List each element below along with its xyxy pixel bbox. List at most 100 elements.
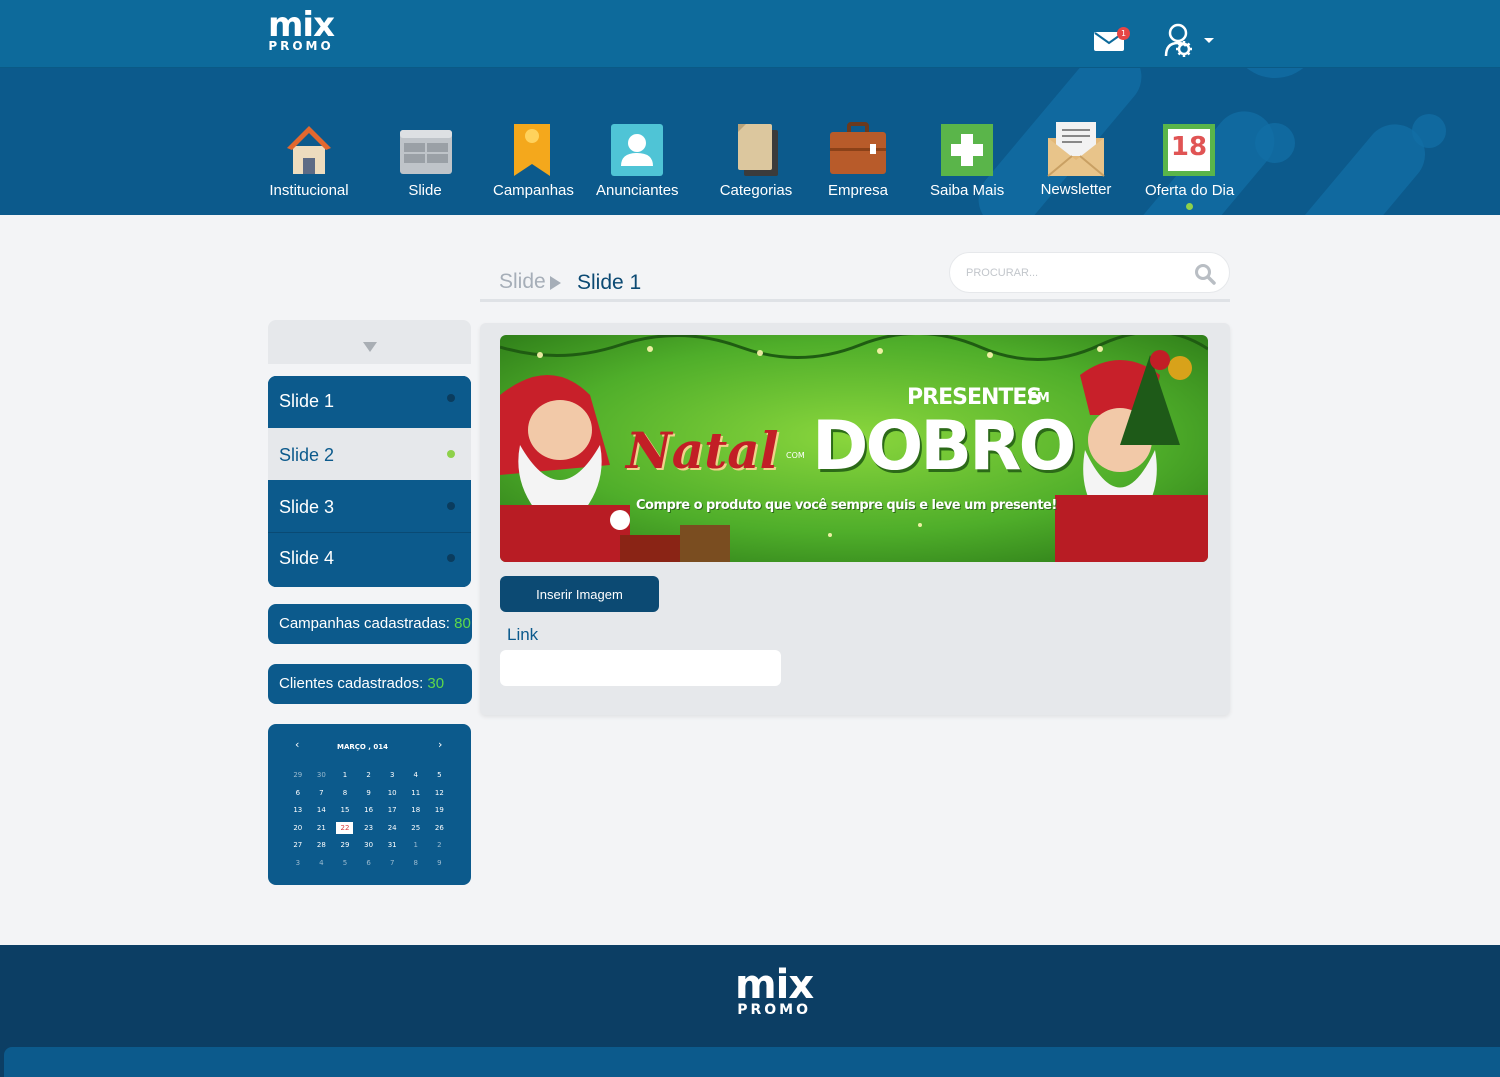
link-input[interactable] [500, 650, 781, 686]
calendar-day[interactable]: 3 [380, 767, 404, 785]
slide-list-item-selected[interactable]: Slide 2 [268, 428, 471, 480]
mail-notification-badge: 1 [1117, 27, 1130, 40]
slide-list-item[interactable]: Slide 3 [268, 480, 471, 532]
calendar-day[interactable]: 10 [380, 785, 404, 803]
calendar-day[interactable]: 8 [404, 855, 428, 873]
nav-item-empresa[interactable]: Empresa [828, 118, 888, 199]
banner-tagline: Compre o produto que você sempre quis e … [636, 498, 1057, 513]
calendar-icon: 18 [1159, 118, 1219, 178]
envelope-letter-icon [1046, 118, 1106, 178]
campanhas-count-box: Campanhas cadastradas: 80 [268, 604, 472, 644]
clientes-label: Clientes cadastrados: [279, 675, 428, 692]
user-settings-button[interactable] [1164, 22, 1216, 60]
nav-item-oferta-do-dia[interactable]: 18 Oferta do Dia [1145, 118, 1234, 210]
calendar-day-today[interactable]: 22 [333, 820, 357, 838]
slide-list: Slide 1 Slide 2 Slide 3 Slide 4 [268, 376, 471, 587]
calendar-day[interactable]: 5 [333, 855, 357, 873]
sidebar-collapse-toggle[interactable] [268, 320, 471, 364]
slide-item-label: Slide 3 [279, 497, 335, 517]
calendar-day[interactable]: 15 [333, 802, 357, 820]
campanhas-label: Campanhas cadastradas: [279, 615, 455, 632]
calendar-day[interactable]: 11 [404, 785, 428, 803]
nav-item-saiba-mais[interactable]: Saiba Mais [930, 118, 1004, 199]
calendar-day[interactable]: 30 [357, 837, 381, 855]
calendar-grid: 29 30 1 2 3 4 5 6 7 8 9 10 11 12 13 14 15 16 17 18 19 20 21 22 2… [286, 767, 451, 873]
nav-item-campanhas[interactable]: Campanhas [493, 118, 574, 199]
calendar-day[interactable]: 28 [310, 837, 334, 855]
nav-label: Campanhas [493, 182, 574, 199]
calendar-day[interactable]: 8 [333, 785, 357, 803]
calendar-day[interactable]: 4 [404, 767, 428, 785]
calendar-day[interactable]: 26 [428, 820, 452, 838]
calendar-day[interactable]: 1 [333, 767, 357, 785]
calendar-day[interactable]: 2 [357, 767, 381, 785]
calendar-day[interactable]: 29 [286, 767, 310, 785]
house-icon [279, 118, 339, 178]
banner-title-small: COM [786, 451, 805, 460]
calendar-day[interactable]: 3 [286, 855, 310, 873]
calendar-day[interactable]: 30 [310, 767, 334, 785]
calendar-day[interactable]: 24 [380, 820, 404, 838]
calendar-day[interactable]: 21 [310, 820, 334, 838]
calendar-day[interactable]: 29 [333, 837, 357, 855]
nav-item-institucional[interactable]: Institucional [268, 118, 350, 199]
logo-text-top: mix [735, 962, 814, 1008]
calendar-week-row: 29 30 1 2 3 4 5 [286, 767, 451, 785]
calendar-day[interactable]: 25 [404, 820, 428, 838]
nav-item-newsletter[interactable]: Newsletter [1038, 118, 1114, 198]
calendar-day[interactable]: 9 [428, 855, 452, 873]
calendar-day[interactable]: 31 [380, 837, 404, 855]
calendar-day[interactable]: 6 [357, 855, 381, 873]
footer: mix PROMO [0, 945, 1500, 1077]
decor-circle [1230, 68, 1320, 78]
search-box [949, 252, 1230, 293]
search-icon[interactable] [1194, 263, 1216, 285]
slide-item-label: Slide 4 [279, 548, 335, 568]
user-gear-icon [1164, 23, 1214, 57]
slide-editor-panel: Natal COM PRESENTES EM DOBRO Compre o pr… [480, 323, 1230, 715]
search-input[interactable] [966, 263, 1186, 283]
calendar-day[interactable]: 7 [310, 785, 334, 803]
calendar-day[interactable]: 27 [286, 837, 310, 855]
calendar-month-title: MARÇO , 014 [336, 743, 388, 751]
calendar-day[interactable]: 7 [380, 855, 404, 873]
nav-item-categorias[interactable]: Categorias [719, 118, 793, 199]
logo-text-top: mix [268, 5, 335, 45]
calendar-day[interactable]: 6 [286, 785, 310, 803]
status-dot [447, 450, 455, 458]
calendar-day[interactable]: 4 [310, 855, 334, 873]
slide-list-item[interactable]: Slide 1 [268, 376, 471, 428]
brand-logo[interactable]: mix PROMO [268, 5, 335, 53]
calendar-day[interactable]: 1 [404, 837, 428, 855]
calendar-day[interactable]: 19 [428, 802, 452, 820]
calendar-week-row: 20 21 22 23 24 25 26 [286, 820, 451, 838]
clientes-count: 30 [427, 675, 445, 692]
calendar-day[interactable]: 23 [357, 820, 381, 838]
plus-icon [937, 118, 997, 178]
insert-image-button[interactable]: Inserir Imagem [500, 576, 659, 612]
breadcrumb-parent-link[interactable]: Slide [499, 270, 546, 294]
slide-list-item[interactable]: Slide 4 [268, 532, 471, 587]
calendar-day[interactable]: 12 [428, 785, 452, 803]
nav-item-anunciantes[interactable]: Anunciantes [596, 118, 679, 199]
logo-text-bottom: PROMO [268, 39, 334, 53]
nav-item-slide[interactable]: Slide [396, 118, 454, 199]
calendar-day[interactable]: 18 [404, 802, 428, 820]
ribbon-icon [502, 118, 562, 178]
calendar-day[interactable]: 5 [428, 767, 452, 785]
calendar-next-icon[interactable]: › [438, 738, 442, 751]
logo-text-bottom: PROMO [737, 1002, 811, 1018]
calendar-day[interactable]: 16 [357, 802, 381, 820]
slide-icon [396, 118, 456, 178]
link-label: Link [507, 625, 539, 644]
footer-logo[interactable]: mix PROMO [735, 962, 814, 1018]
banner-title-script: Natal [626, 421, 779, 480]
calendar-day-number: 18 [1170, 132, 1208, 162]
slide-banner-image: Natal COM PRESENTES EM DOBRO Compre o pr… [500, 335, 1208, 562]
calendar-day[interactable]: 13 [286, 802, 310, 820]
calendar-day[interactable]: 2 [428, 837, 452, 855]
calendar-day[interactable]: 9 [357, 785, 381, 803]
calendar-day[interactable]: 20 [286, 820, 310, 838]
calendar-day[interactable]: 14 [310, 802, 334, 820]
calendar-day[interactable]: 17 [380, 802, 404, 820]
